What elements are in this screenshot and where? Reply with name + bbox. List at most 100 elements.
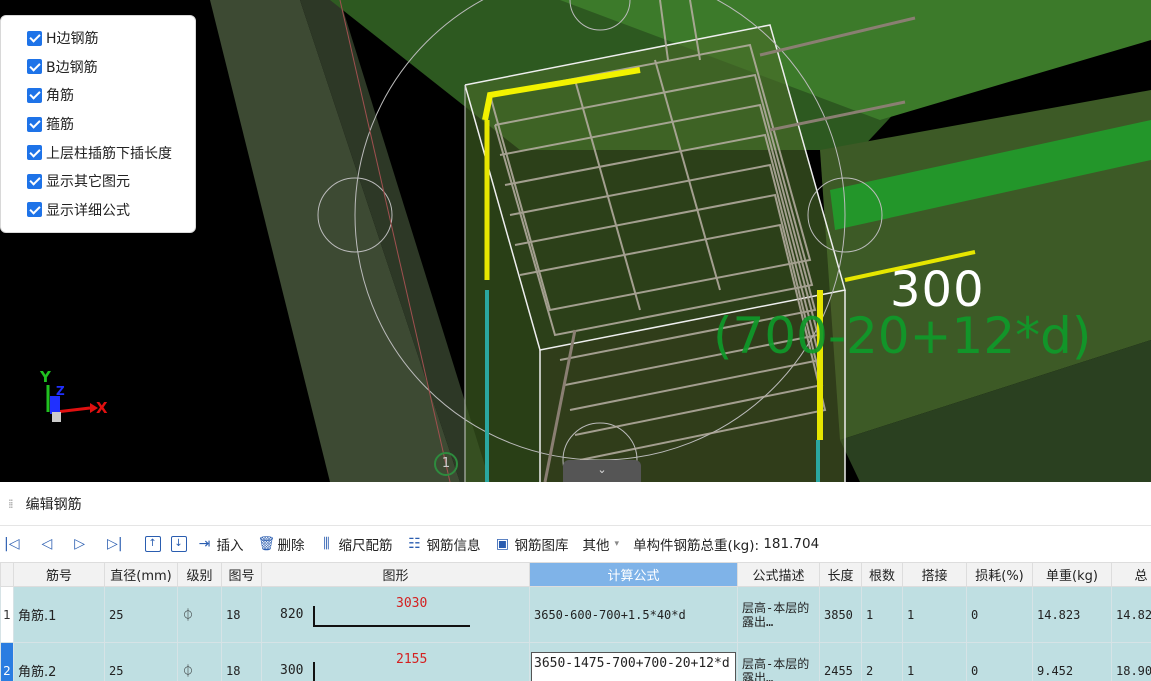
cell-description[interactable]: 层高-本层的露出… (737, 642, 820, 681)
table-row[interactable]: 1 角筋.1 25 ⏀ 18 820 3030 3650-600-700+1.5… (0, 586, 1151, 643)
cell-formula-editing[interactable]: 3650-1475-700+700-20+12*d (529, 642, 738, 681)
3d-viewport[interactable]: 300 (700-20+12*d) Y Z X 1 ⌄ H边钢筋 B边钢筋 角筋… (0, 0, 1151, 482)
collapse-panel-tab[interactable]: ⌄ (563, 460, 641, 482)
cell-shape[interactable]: 820 3030 (261, 586, 530, 643)
formula-editor[interactable]: 3650-1475-700+700-20+12*d (531, 651, 736, 681)
checkbox-b-side-rebar[interactable]: B边钢筋 (27, 53, 195, 82)
table-row[interactable]: 2 角筋.2 25 ⏀ 18 300 2155 3650-1475-700+70… (0, 642, 1151, 681)
edit-rebar-panel: ⁞⁞ 编辑钢筋 |◁ ◁ ▷ ▷| ↑ ↓ ⇥ 插入 🗑 删除 ⫼ 缩尺配筋 ☷ 钢筋信… (0, 482, 1151, 681)
checkbox-label: 显示详细公式 (46, 202, 130, 219)
checkbox-corner-rebar[interactable]: 角筋 (27, 81, 195, 110)
cell-length[interactable]: 3850 (819, 586, 862, 643)
header-total-weight[interactable]: 总 (1111, 562, 1151, 587)
chevron-down-icon: ⌄ (597, 463, 607, 476)
rebar-editor-window: 300 (700-20+12*d) Y Z X 1 ⌄ H边钢筋 B边钢筋 角筋… (0, 0, 1151, 681)
checkbox-show-detailed-formula[interactable]: 显示详细公式 (27, 196, 195, 225)
scale-rebar-button[interactable]: ⫼ 缩尺配筋 (319, 534, 392, 554)
rebar-info-button[interactable]: ☷ 钢筋信息 (407, 534, 480, 554)
cell-total-weight[interactable]: 14.823 (1111, 586, 1151, 643)
row-number[interactable]: 1 (0, 586, 14, 643)
insert-icon: ⇥ (198, 536, 211, 552)
info-list-icon: ☷ (408, 536, 421, 552)
header-lap[interactable]: 搭接 (902, 562, 967, 587)
checkbox-checked-icon[interactable] (27, 30, 42, 46)
header-grade[interactable]: 级别 (177, 562, 222, 587)
rebar-shape: 300 2155 (266, 651, 529, 681)
first-record-icon[interactable]: |◁ (4, 536, 19, 552)
cell-bar-no[interactable]: 角筋.2 (13, 642, 105, 681)
checkbox-checked-icon[interactable] (27, 173, 42, 189)
rebar-library-button[interactable]: ▣ 钢筋图库 (495, 534, 569, 554)
axis-y-label: Y (40, 368, 51, 386)
cell-description[interactable]: 层高-本层的露出… (737, 586, 820, 643)
table-header-row: 筋号 直径(mm) 级别 图号 图形 计算公式 公式描述 长度 根数 搭接 损耗… (0, 562, 1151, 587)
cell-loss[interactable]: 0 (966, 586, 1033, 643)
last-record-icon[interactable]: ▷| (107, 536, 122, 552)
shape-main-length: 2155 (396, 651, 428, 667)
axis-x-label: X (96, 399, 108, 417)
move-down-icon[interactable]: ↓ (170, 536, 187, 552)
move-up-icon[interactable]: ↑ (144, 536, 161, 552)
cell-count[interactable]: 1 (861, 586, 903, 643)
panel-header: ⁞⁞ 编辑钢筋 (0, 482, 1151, 526)
checkbox-label: B边钢筋 (46, 59, 98, 76)
checkbox-checked-icon[interactable] (27, 116, 42, 132)
trash-icon: 🗑 (257, 536, 276, 552)
cell-unit-weight[interactable]: 9.452 (1032, 642, 1112, 681)
header-unit-weight[interactable]: 单重(kg) (1032, 562, 1112, 587)
rebar-shape-graphic (313, 661, 470, 681)
cell-figure-no[interactable]: 18 (221, 586, 262, 643)
rebar-table: 筋号 直径(mm) 级别 图号 图形 计算公式 公式描述 长度 根数 搭接 损耗… (0, 562, 1151, 681)
checkbox-checked-icon[interactable] (27, 202, 42, 218)
header-formula[interactable]: 计算公式 (529, 562, 738, 587)
toolbar: |◁ ◁ ▷ ▷| ↑ ↓ ⇥ 插入 🗑 删除 ⫼ 缩尺配筋 ☷ 钢筋信息 ▣ 钢筋图库 … (0, 526, 1151, 562)
cell-diameter[interactable]: 25 (104, 642, 178, 681)
header-diameter[interactable]: 直径(mm) (104, 562, 178, 587)
shape-left-length: 300 (280, 663, 304, 678)
cell-grade[interactable]: ⏀ (177, 642, 222, 681)
delete-button[interactable]: 🗑 删除 (258, 534, 305, 554)
checkbox-h-side-rebar[interactable]: H边钢筋 (27, 24, 195, 53)
header-loss[interactable]: 损耗(%) (966, 562, 1033, 587)
shape-main-length: 3030 (396, 595, 428, 611)
checkbox-upper-column-dowel[interactable]: 上层柱插筋下插长度 (27, 138, 195, 167)
header-count[interactable]: 根数 (861, 562, 903, 587)
previous-record-icon[interactable]: ◁ (41, 536, 52, 552)
checkbox-checked-icon[interactable] (27, 145, 42, 161)
checkbox-label: 箍筋 (46, 117, 74, 134)
rebar-shape: 820 3030 (266, 595, 529, 635)
checkbox-checked-icon[interactable] (27, 87, 42, 103)
cell-grade[interactable]: ⏀ (177, 586, 222, 643)
checkbox-stirrup[interactable]: 箍筋 (27, 110, 195, 139)
checkbox-checked-icon[interactable] (27, 59, 42, 75)
checkbox-show-other-elements[interactable]: 显示其它图元 (27, 167, 195, 196)
cell-figure-no[interactable]: 18 (221, 642, 262, 681)
cell-diameter[interactable]: 25 (104, 586, 178, 643)
total-weight: 单构件钢筋总重(kg): 181.704 (633, 536, 820, 554)
header-figure-no[interactable]: 图号 (221, 562, 262, 587)
cell-unit-weight[interactable]: 14.823 (1032, 586, 1112, 643)
header-description[interactable]: 公式描述 (737, 562, 820, 587)
row-number[interactable]: 2 (0, 642, 14, 681)
cell-loss[interactable]: 0 (966, 642, 1033, 681)
header-bar-no[interactable]: 筋号 (13, 562, 105, 587)
other-dropdown[interactable]: 其他 ▾ (583, 534, 620, 554)
element-marker[interactable]: 1 (434, 452, 458, 476)
panel-title: 编辑钢筋 (25, 496, 82, 513)
cell-count[interactable]: 2 (861, 642, 903, 681)
header-shape[interactable]: 图形 (261, 562, 530, 587)
cell-total-weight[interactable]: 18.904 (1111, 642, 1151, 681)
caret-down-icon: ▾ (614, 539, 620, 549)
cell-lap[interactable]: 1 (902, 642, 967, 681)
cell-length[interactable]: 2455 (819, 642, 862, 681)
cell-lap[interactable]: 1 (902, 586, 967, 643)
cell-formula[interactable]: 3650-600-700+1.5*40*d (529, 586, 738, 643)
scale-icon: ⫼ (323, 536, 330, 552)
insert-button[interactable]: ⇥ 插入 (197, 534, 244, 554)
header-length[interactable]: 长度 (819, 562, 862, 587)
cell-shape[interactable]: 300 2155 (261, 642, 530, 681)
drag-handle-icon[interactable]: ⁞⁞ (8, 497, 13, 511)
cell-bar-no[interactable]: 角筋.1 (13, 586, 105, 643)
next-record-icon[interactable]: ▷ (74, 536, 85, 552)
checkbox-label: 角筋 (46, 88, 74, 105)
